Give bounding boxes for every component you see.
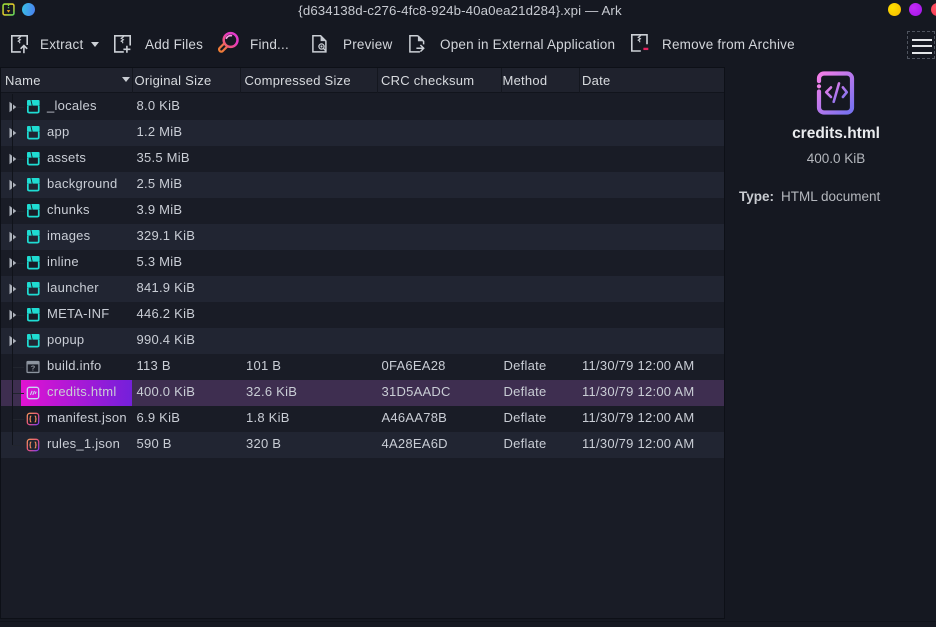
svg-text:?: ? [31,364,36,373]
